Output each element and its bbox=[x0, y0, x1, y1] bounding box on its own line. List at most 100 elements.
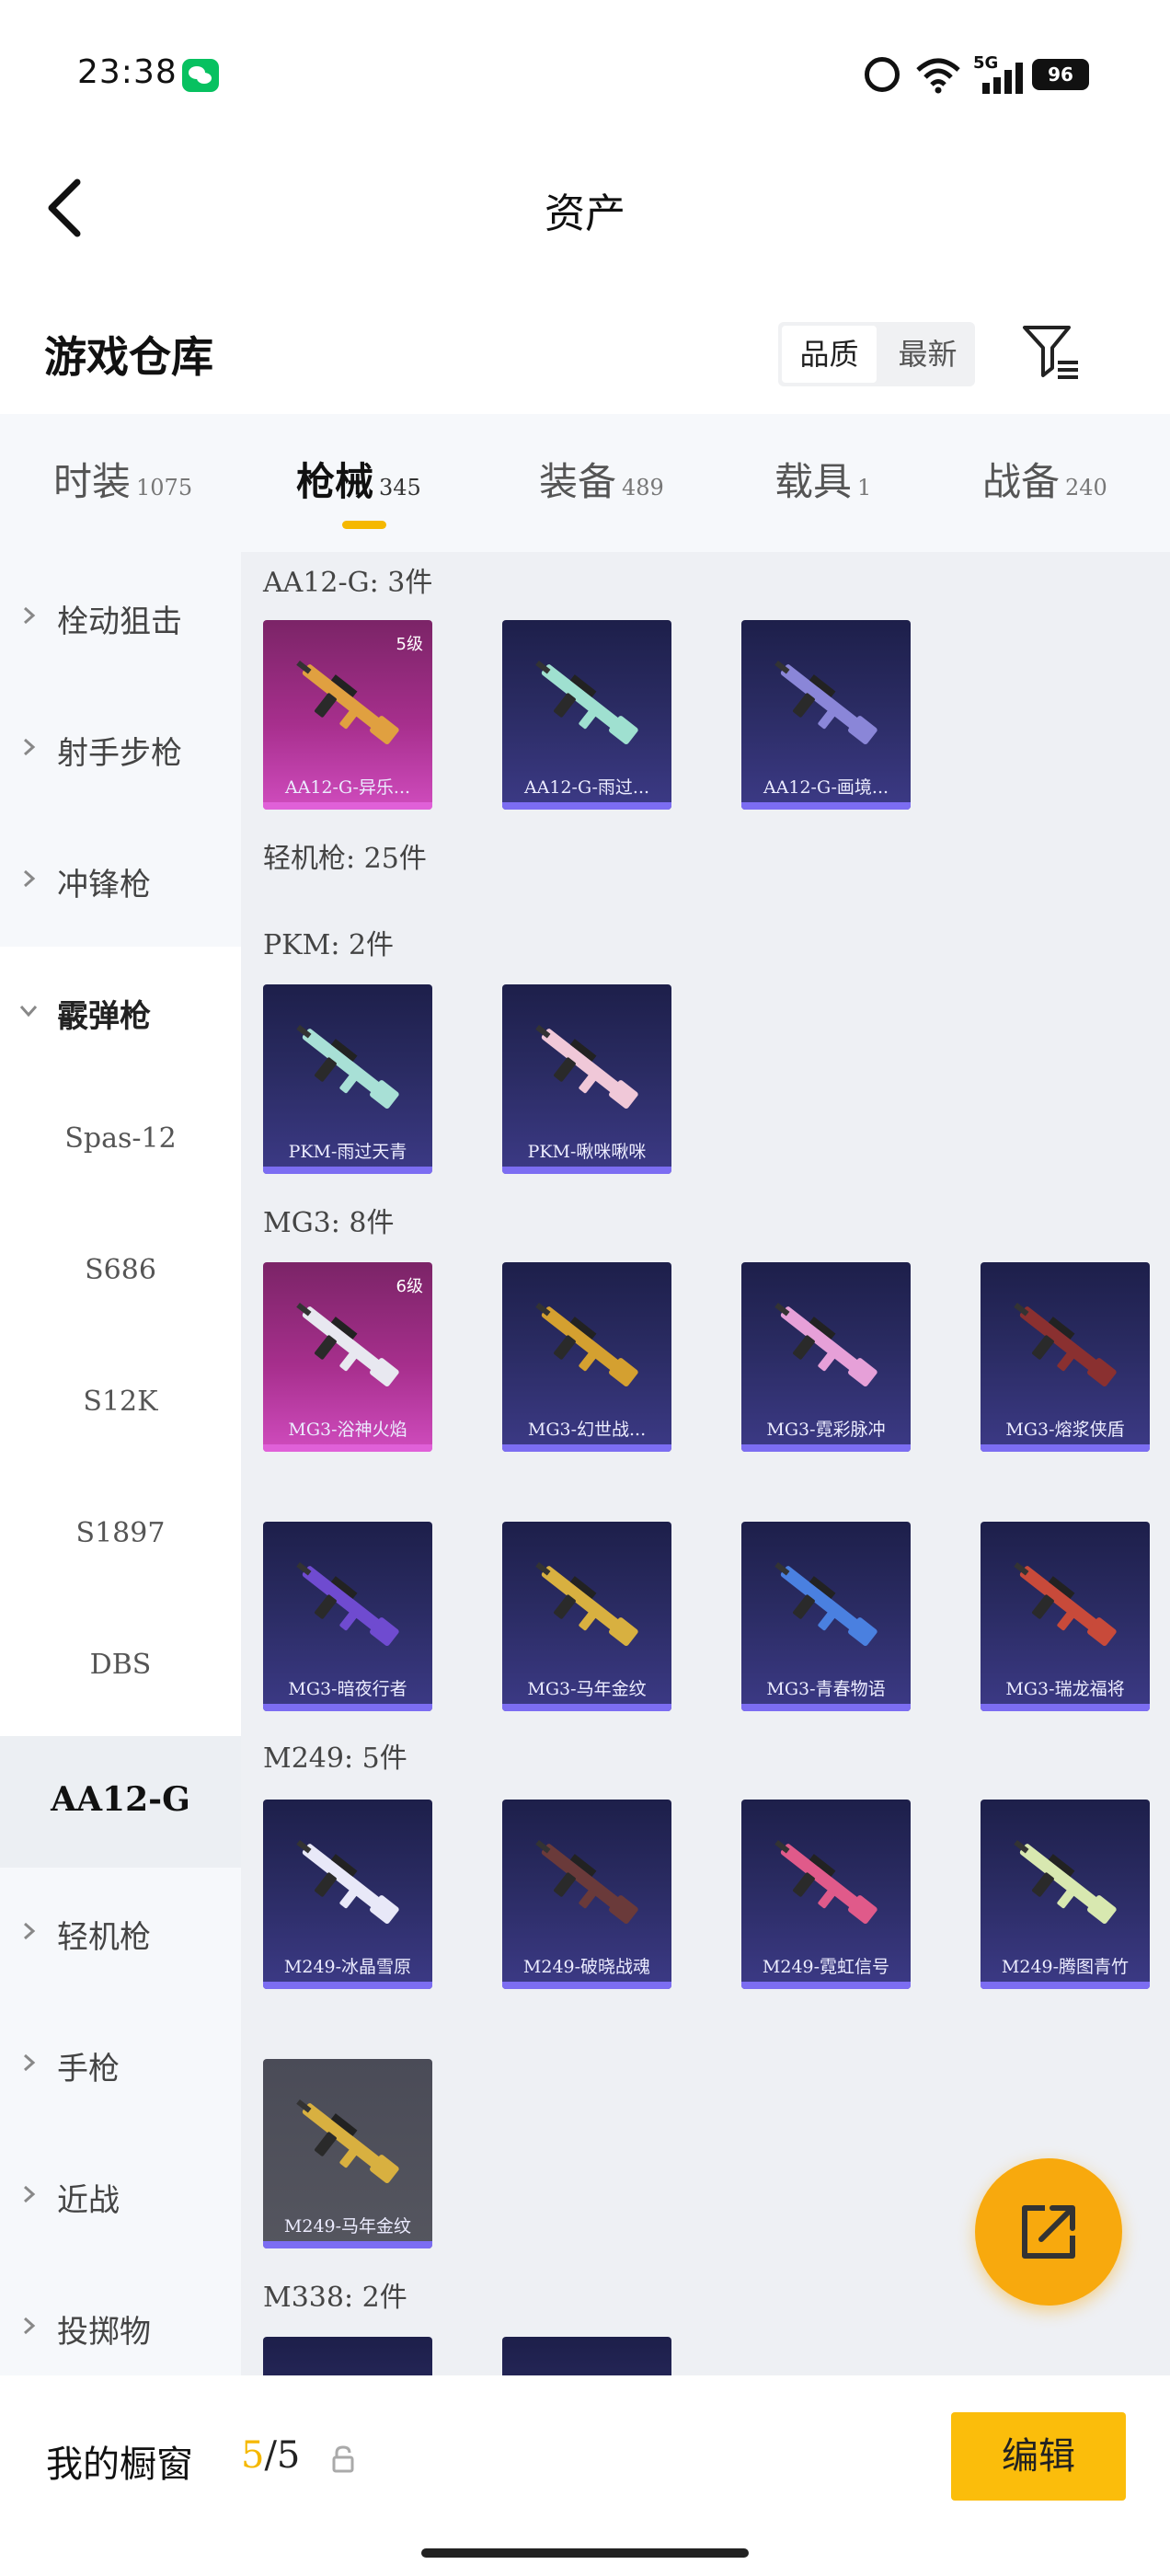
weapon-image bbox=[296, 660, 399, 745]
weapon-image bbox=[774, 1302, 878, 1387]
weapon-name: M249-霓虹信号 bbox=[762, 1957, 890, 1977]
sidebar-item-label: 霰弹枪 bbox=[57, 998, 151, 1035]
chevron-right-icon bbox=[24, 2317, 36, 2335]
rarity-strip bbox=[741, 802, 911, 810]
weapon-name: MG3-浴神火焰 bbox=[288, 1420, 407, 1440]
sidebar-item-melee[interactable]: 近战 bbox=[0, 2131, 241, 2262]
weapon-image bbox=[535, 1561, 638, 1647]
rarity-strip bbox=[981, 1704, 1150, 1711]
sidebar-subitem-dbs[interactable]: DBS bbox=[0, 1604, 241, 1736]
tab-vehicles[interactable]: 载具 1 bbox=[774, 451, 871, 507]
weapon-card[interactable]: MG3-暗夜行者 bbox=[263, 1522, 432, 1711]
status-bar: 23:38 5G 96 bbox=[0, 0, 1170, 147]
weapon-name: MG3-瑞龙福将 bbox=[1005, 1679, 1125, 1699]
sidebar-item-label: 冲锋枪 bbox=[57, 867, 151, 903]
tab-label: 装备 bbox=[539, 459, 617, 504]
weapon-card[interactable]: MG3-马年金纹 bbox=[502, 1522, 671, 1711]
weapon-card[interactable]: MG3-青春物语 bbox=[741, 1522, 911, 1711]
weapon-grid: AA12-G: 3件 5级 AA12-G-异乐... AA12-G-雨过... AA1… bbox=[241, 552, 1170, 2375]
weapon-card[interactable]: 5级 AA12-G-异乐... bbox=[263, 620, 432, 810]
edit-button[interactable]: 编辑 bbox=[951, 2412, 1126, 2501]
chevron-down-icon bbox=[19, 1006, 38, 1018]
weapon-name: AA12-G-雨过... bbox=[523, 777, 650, 798]
tab-count: 345 bbox=[379, 475, 421, 500]
weapon-card[interactable]: M249-冰晶雪原 bbox=[263, 1800, 432, 1989]
weapon-card[interactable] bbox=[263, 2337, 432, 2375]
weapon-card[interactable]: M249-破晓战魂 bbox=[502, 1800, 671, 1989]
rarity-strip bbox=[263, 1704, 432, 1711]
share-button[interactable] bbox=[975, 2158, 1122, 2306]
weapon-level-badge: 5级 bbox=[396, 635, 423, 654]
weapon-card[interactable]: PKM-啾咪啾咪 bbox=[502, 984, 671, 1174]
weapon-image bbox=[535, 1839, 638, 1925]
sidebar-item-label: 手枪 bbox=[57, 2051, 120, 2087]
weapon-image bbox=[296, 1302, 399, 1387]
weapon-card[interactable]: MG3-熔浆侠盾 bbox=[981, 1262, 1150, 1452]
sidebar-subitem-s686[interactable]: S686 bbox=[0, 1210, 241, 1341]
chevron-right-icon bbox=[24, 738, 36, 756]
weapon-card[interactable]: M249-马年金纹 bbox=[263, 2059, 432, 2248]
weapon-name: MG3-暗夜行者 bbox=[288, 1679, 407, 1699]
weapon-name: M249-腾图青竹 bbox=[1001, 1957, 1130, 1977]
weapon-name: AA12-G-异乐... bbox=[284, 777, 411, 798]
weapon-name: MG3-熔浆侠盾 bbox=[1005, 1420, 1125, 1440]
weapon-image bbox=[1014, 1561, 1117, 1647]
chevron-right-icon bbox=[24, 869, 36, 888]
showcase-total: /5 bbox=[264, 2434, 301, 2477]
rarity-strip bbox=[263, 1444, 432, 1452]
sort-by-quality[interactable]: 品质 bbox=[782, 326, 877, 383]
sidebar-item-label: 轻机枪 bbox=[57, 1919, 151, 1956]
weapon-card[interactable]: 6级 MG3-浴神火焰 bbox=[263, 1262, 432, 1452]
sidebar-item-label: 射手步枪 bbox=[57, 735, 182, 772]
tab-fashion[interactable]: 时装 1075 bbox=[53, 451, 192, 507]
rarity-strip bbox=[502, 1704, 671, 1711]
battery-indicator: 96 bbox=[1032, 59, 1089, 90]
tab-firearms[interactable]: 枪械 345 bbox=[296, 451, 421, 507]
tab-count: 1 bbox=[857, 475, 872, 500]
sort-by-newest[interactable]: 最新 bbox=[880, 322, 975, 386]
weapon-image bbox=[1014, 1302, 1117, 1387]
sidebar-item-bolt-sniper[interactable]: 栓动狙击 bbox=[0, 552, 241, 684]
sidebar-subitem-spas12[interactable]: Spas-12 bbox=[0, 1078, 241, 1210]
sidebar-subitem-s1897[interactable]: S1897 bbox=[0, 1473, 241, 1604]
group-label: PKM: 2件 bbox=[263, 929, 395, 961]
weapon-card[interactable]: MG3-霓彩脉冲 bbox=[741, 1262, 911, 1452]
rarity-strip bbox=[741, 1444, 911, 1452]
sidebar-item-label: Spas-12 bbox=[64, 1122, 177, 1155]
warehouse-header: 游戏仓库 品质 最新 bbox=[0, 294, 1170, 414]
tab-equipment[interactable]: 装备 489 bbox=[539, 451, 664, 507]
weapon-image bbox=[296, 2099, 399, 2184]
rarity-strip bbox=[263, 1982, 432, 1989]
weapon-card[interactable] bbox=[502, 2337, 671, 2375]
sidebar-item-label: DBS bbox=[89, 1649, 152, 1681]
sidebar-item-throwable[interactable]: 投掷物 bbox=[0, 2262, 241, 2394]
chevron-right-icon bbox=[24, 1922, 36, 1940]
weapon-card[interactable]: AA12-G-雨过... bbox=[502, 620, 671, 810]
lock-icon bbox=[332, 2445, 354, 2473]
tab-label: 时装 bbox=[53, 459, 132, 504]
filter-icon[interactable] bbox=[1021, 322, 1082, 383]
sidebar-subitem-aa12g[interactable]: AA12-G bbox=[0, 1736, 241, 1868]
sidebar-item-pistol[interactable]: 手枪 bbox=[0, 1999, 241, 2131]
weapon-card[interactable]: M249-腾图青竹 bbox=[981, 1800, 1150, 1989]
sidebar-item-smg[interactable]: 冲锋枪 bbox=[0, 815, 241, 947]
rarity-strip bbox=[502, 1167, 671, 1174]
rarity-strip bbox=[502, 1444, 671, 1452]
rarity-strip bbox=[981, 1982, 1150, 1989]
weapon-card[interactable]: MG3-瑞龙福将 bbox=[981, 1522, 1150, 1711]
tab-supplies[interactable]: 战备 240 bbox=[982, 451, 1107, 507]
weapon-card[interactable]: MG3-幻世战... bbox=[502, 1262, 671, 1452]
weapon-card[interactable]: M249-霓虹信号 bbox=[741, 1800, 911, 1989]
weapon-image bbox=[535, 1024, 638, 1110]
weapon-name: PKM-雨过天青 bbox=[288, 1142, 407, 1162]
sidebar-item-marksman-rifle[interactable]: 射手步枪 bbox=[0, 684, 241, 815]
weapon-card[interactable]: AA12-G-画境... bbox=[741, 620, 911, 810]
sidebar-item-shotgun[interactable]: 霰弹枪 bbox=[0, 947, 241, 1078]
sidebar-subitem-s12k[interactable]: S12K bbox=[0, 1341, 241, 1473]
sidebar-item-lmg[interactable]: 轻机枪 bbox=[0, 1868, 241, 1999]
weapon-card[interactable]: PKM-雨过天青 bbox=[263, 984, 432, 1174]
rarity-strip bbox=[741, 1704, 911, 1711]
tab-label: 枪械 bbox=[296, 459, 374, 504]
group-label: M338: 2件 bbox=[263, 2282, 407, 2314]
weapon-level-badge: 6级 bbox=[396, 1277, 423, 1296]
